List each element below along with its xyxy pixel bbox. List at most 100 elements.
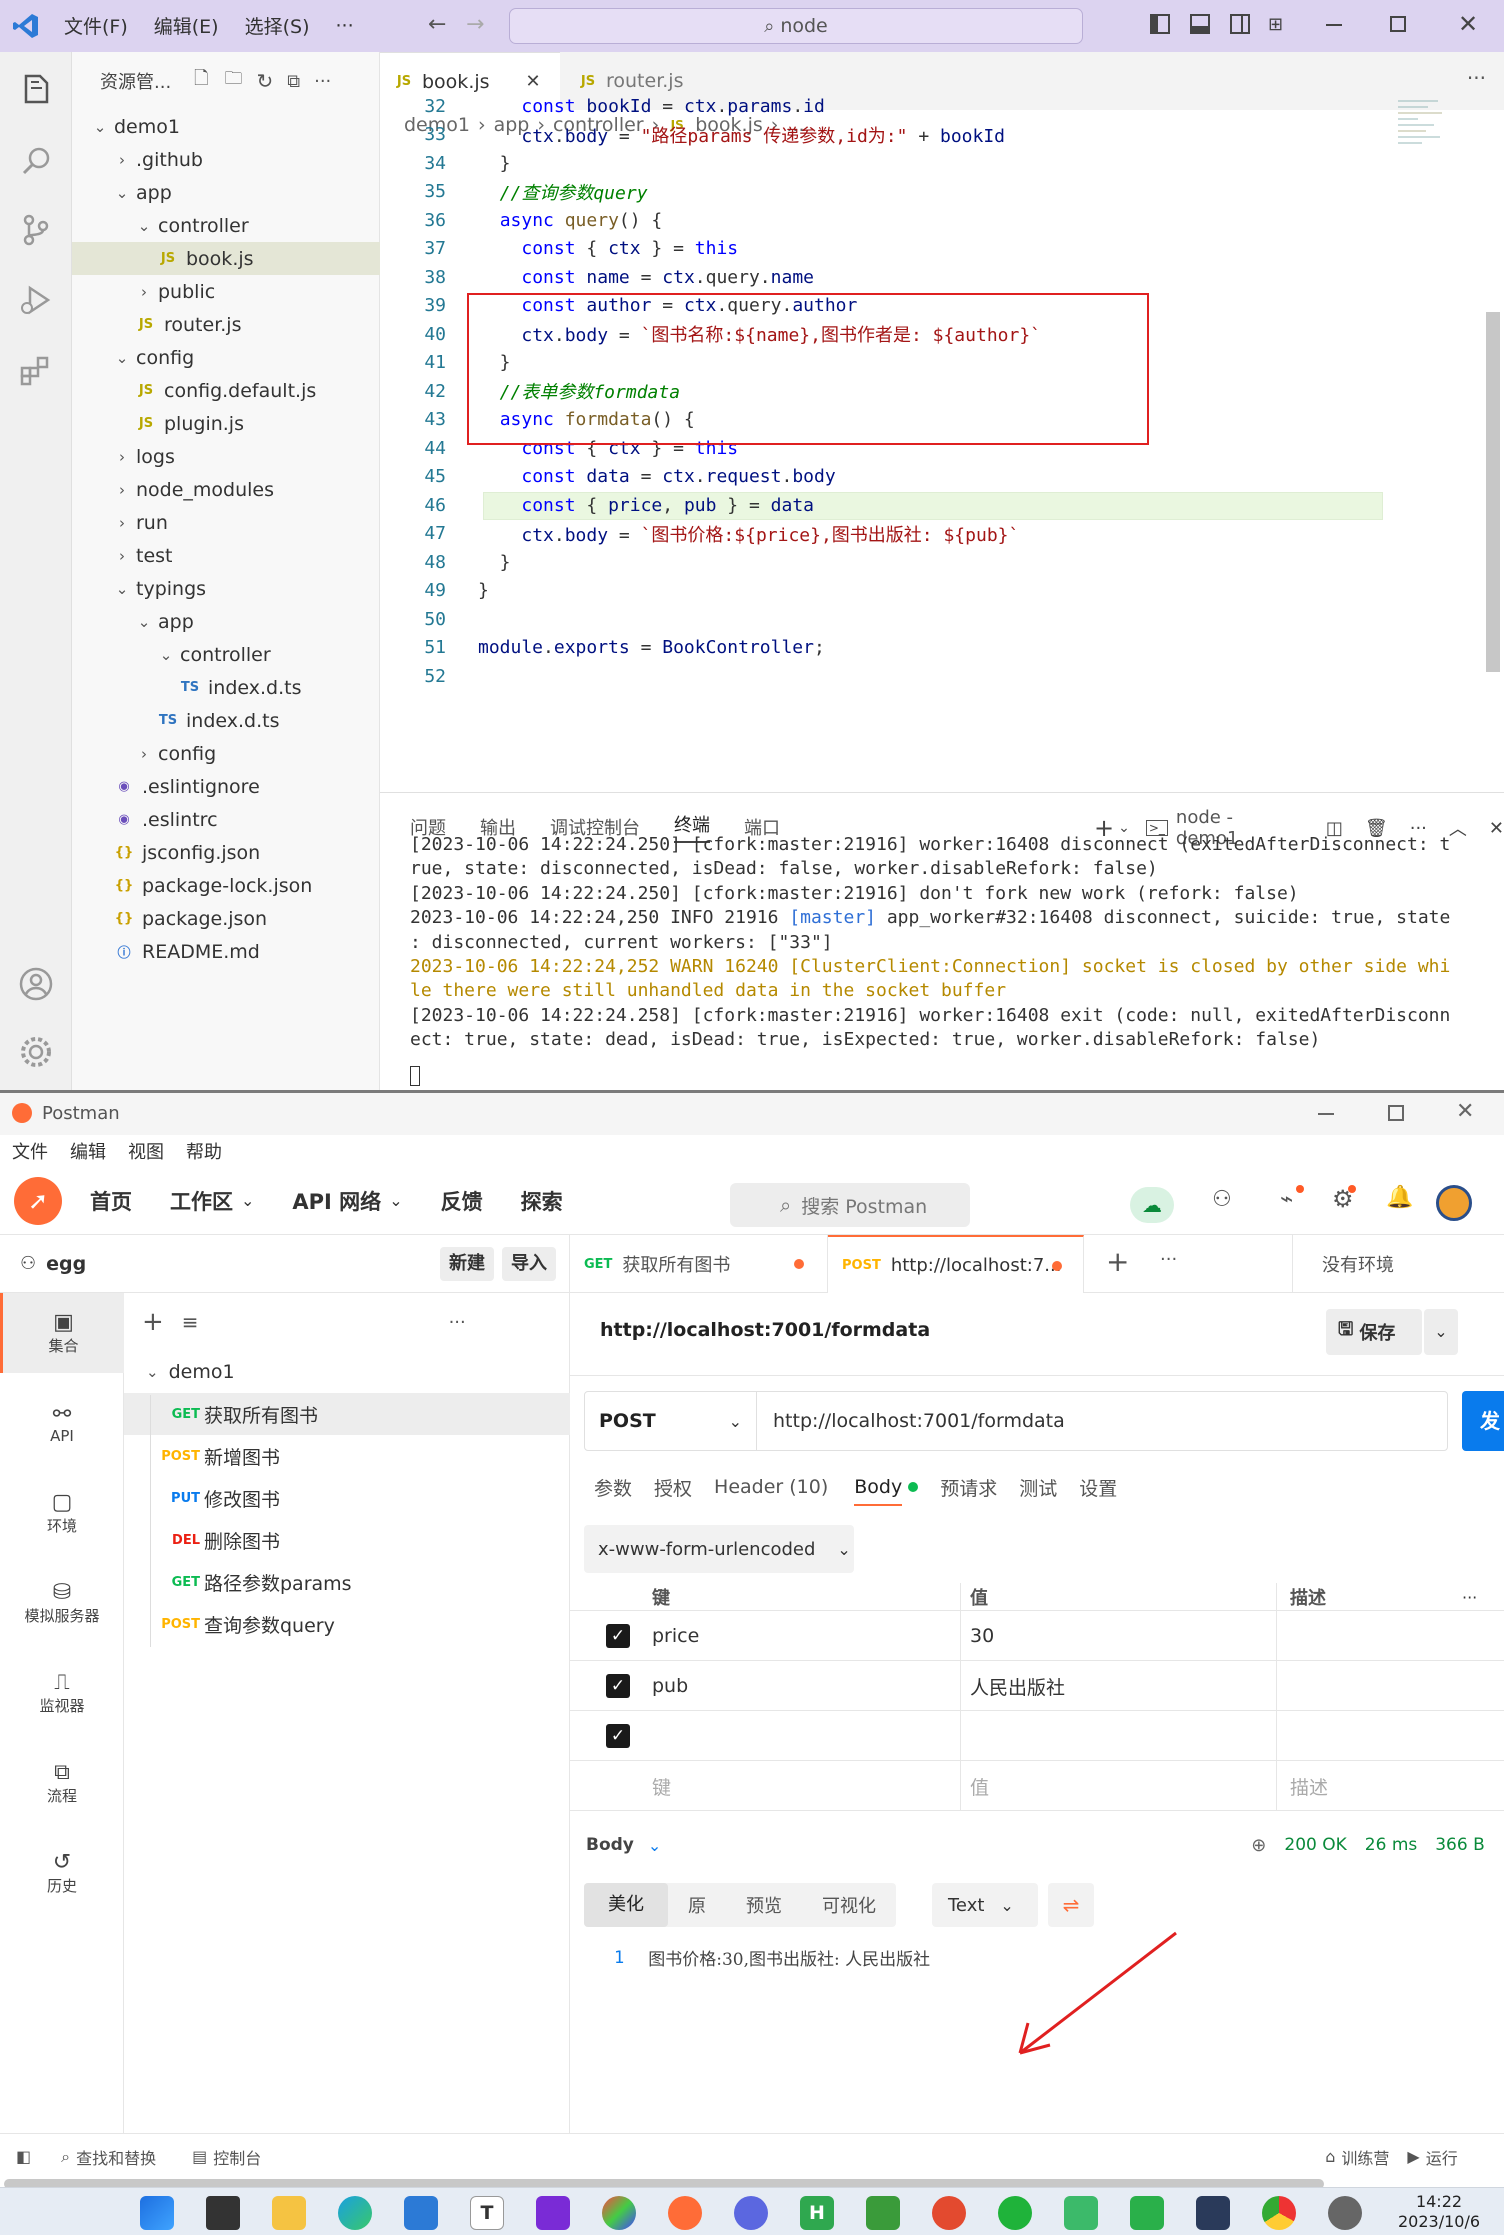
tab-settings[interactable]: 设置 <box>1079 1474 1117 1501</box>
code-line[interactable]: 32 const bookId = ctx.params.id <box>380 92 1504 121</box>
sync-cloud-icon[interactable]: ☁ <box>1130 1187 1174 1223</box>
collection-search-input[interactable] <box>209 1306 429 1338</box>
request-item[interactable]: GET 获取所有图书 <box>124 1393 570 1435</box>
hbuilder-icon[interactable]: H <box>800 2196 834 2230</box>
menu-file[interactable]: 文件 <box>12 1138 48 1164</box>
chevron-down-icon[interactable]: ⌄ <box>648 1836 661 1855</box>
rail-monitors[interactable]: ⎍ 监视器 <box>0 1653 124 1733</box>
collection-demo1[interactable]: ⌄ demo1 <box>124 1351 570 1393</box>
task-view-icon[interactable] <box>206 2196 240 2230</box>
request-title[interactable]: http://localhost:7001/formdata <box>600 1319 930 1341</box>
request-item[interactable]: GET 路径参数params <box>124 1561 570 1603</box>
vscode-taskbar-icon[interactable] <box>404 2196 438 2230</box>
new-file-icon[interactable]: 🗋 <box>194 66 208 96</box>
tree-item[interactable]: JS plugin.js <box>72 407 380 440</box>
tab-pre-request[interactable]: 预请求 <box>940 1474 997 1501</box>
view-raw[interactable]: 原 <box>668 1892 726 1918</box>
code-line[interactable]: 49} <box>380 577 1504 606</box>
rail-api[interactable]: ⚯ API <box>0 1383 124 1463</box>
refresh-icon[interactable]: ↻ <box>256 69 273 93</box>
view-visualize[interactable]: 可视化 <box>802 1892 896 1918</box>
avatar[interactable] <box>1436 1185 1472 1221</box>
tree-item[interactable]: JS config.default.js <box>72 374 380 407</box>
rail-mock-servers[interactable]: ⛁ 模拟服务器 <box>0 1563 124 1643</box>
wechat-icon[interactable] <box>998 2196 1032 2230</box>
postman-taskbar-icon[interactable] <box>668 2196 702 2230</box>
code-line[interactable]: 34 } <box>380 149 1504 178</box>
tree-item[interactable]: TS index.d.ts <box>72 704 380 737</box>
file-explorer-icon[interactable] <box>272 2196 306 2230</box>
new-button[interactable]: 新建 <box>440 1247 494 1281</box>
editor-scrollbar[interactable] <box>1486 312 1500 672</box>
row-checkbox[interactable]: ✓ <box>606 1624 630 1648</box>
response-label[interactable]: Body <box>586 1835 634 1855</box>
menu-view[interactable]: 视图 <box>128 1138 164 1164</box>
tab-auth[interactable]: 授权 <box>654 1474 692 1501</box>
chrome-icon[interactable] <box>1262 2196 1296 2230</box>
settings-gear-icon[interactable] <box>1328 2196 1362 2230</box>
menu-selection[interactable]: 选择(S) <box>245 12 310 39</box>
nav-feedback[interactable]: 反馈 <box>441 1186 483 1216</box>
tab-more-icon[interactable]: ··· <box>1160 1249 1177 1270</box>
kv-key[interactable]: price <box>652 1611 699 1661</box>
toggle-panel-icon[interactable] <box>1190 14 1210 34</box>
view-pretty[interactable]: 美化 <box>584 1883 668 1927</box>
import-button[interactable]: 导入 <box>502 1247 556 1281</box>
nav-workspaces[interactable]: 工作区 <box>170 1186 233 1216</box>
row-checkbox[interactable]: ✓ <box>606 1674 630 1698</box>
save-dropdown-chevron-icon[interactable]: ⌄ <box>1424 1309 1458 1355</box>
request-item[interactable]: PUT 修改图书 <box>124 1477 570 1519</box>
workspace-name[interactable]: egg <box>46 1253 86 1275</box>
menu-more[interactable]: ··· <box>336 15 354 37</box>
back-arrow-icon[interactable]: ← <box>428 12 446 37</box>
response-size[interactable]: 366 B <box>1435 1835 1485 1855</box>
close-icon[interactable]: ✕ <box>1458 10 1478 38</box>
minimize-icon[interactable] <box>1326 24 1342 26</box>
response-body[interactable]: 1 图书价格:30,图书出版社: 人民出版社 <box>614 1945 930 1971</box>
tree-item[interactable]: › config <box>72 737 380 770</box>
tree-item[interactable]: ⌄ typings <box>72 572 380 605</box>
url-input[interactable]: http://localhost:7001/formdata <box>773 1410 1065 1432</box>
new-tab-icon[interactable]: + <box>1106 1245 1129 1278</box>
row-checkbox[interactable]: ✓ <box>606 1724 630 1748</box>
tree-item[interactable]: › run <box>72 506 380 539</box>
tree-item[interactable]: {} package.json <box>72 902 380 935</box>
console[interactable]: 控制台 <box>213 2145 261 2169</box>
code-line[interactable]: 47 ctx.body = `图书价格:${price},图书出版社: ${pu… <box>380 520 1504 549</box>
globe-icon[interactable]: ⊕ <box>1251 1835 1266 1856</box>
rail-flows[interactable]: ⧉ 流程 <box>0 1743 124 1823</box>
search-icon[interactable] <box>16 142 56 182</box>
kv-desc[interactable] <box>1290 1611 1470 1661</box>
new-key-placeholder[interactable]: 键 <box>652 1761 671 1811</box>
nav-home[interactable]: 首页 <box>90 1186 132 1216</box>
tree-item[interactable]: ⌄ config <box>72 341 380 374</box>
collapse-all-icon[interactable]: ⧉ <box>287 71 300 92</box>
wrap-lines-icon[interactable]: ⇌ <box>1048 1883 1094 1927</box>
code-line[interactable]: 46 const { price, pub } = data <box>380 491 1504 520</box>
toggle-sidebar-icon[interactable] <box>1150 14 1170 34</box>
tree-item[interactable]: ⌄ demo1 <box>72 110 380 143</box>
request-item[interactable]: DEL 删除图书 <box>124 1519 570 1561</box>
code-line[interactable]: 36 async query() { <box>380 206 1504 235</box>
save-button[interactable]: 🖫 保存 <box>1326 1309 1422 1355</box>
minimize-icon[interactable] <box>1318 1113 1334 1115</box>
minimap[interactable] <box>1398 96 1458 226</box>
kv-desc[interactable] <box>1290 1711 1470 1761</box>
code-line[interactable]: 35 //查询参数query <box>380 178 1504 207</box>
rail-environments[interactable]: ▢ 环境 <box>0 1473 124 1553</box>
new-desc-placeholder[interactable]: 描述 <box>1290 1761 1328 1811</box>
code-line[interactable]: 50 <box>380 605 1504 634</box>
tree-item[interactable]: › .github <box>72 143 380 176</box>
toggle-sidebar-icon[interactable]: ◧ <box>16 2147 31 2166</box>
kv-value[interactable]: 30 <box>970 1611 994 1661</box>
filter-icon[interactable]: ≡ <box>182 1310 199 1334</box>
global-search[interactable]: ⌕ 搜索 Postman <box>730 1183 970 1227</box>
runner[interactable]: 运行 <box>1426 2145 1458 2169</box>
code-line[interactable]: 52 <box>380 662 1504 691</box>
environment-select[interactable]: 没有环境 <box>1322 1251 1394 1277</box>
code-line[interactable]: 48 } <box>380 548 1504 577</box>
more-actions-icon[interactable]: ··· <box>314 71 331 92</box>
tree-item[interactable]: ⌄ controller <box>72 638 380 671</box>
tree-item[interactable]: JS book.js <box>72 242 380 275</box>
tree-item[interactable]: › logs <box>72 440 380 473</box>
